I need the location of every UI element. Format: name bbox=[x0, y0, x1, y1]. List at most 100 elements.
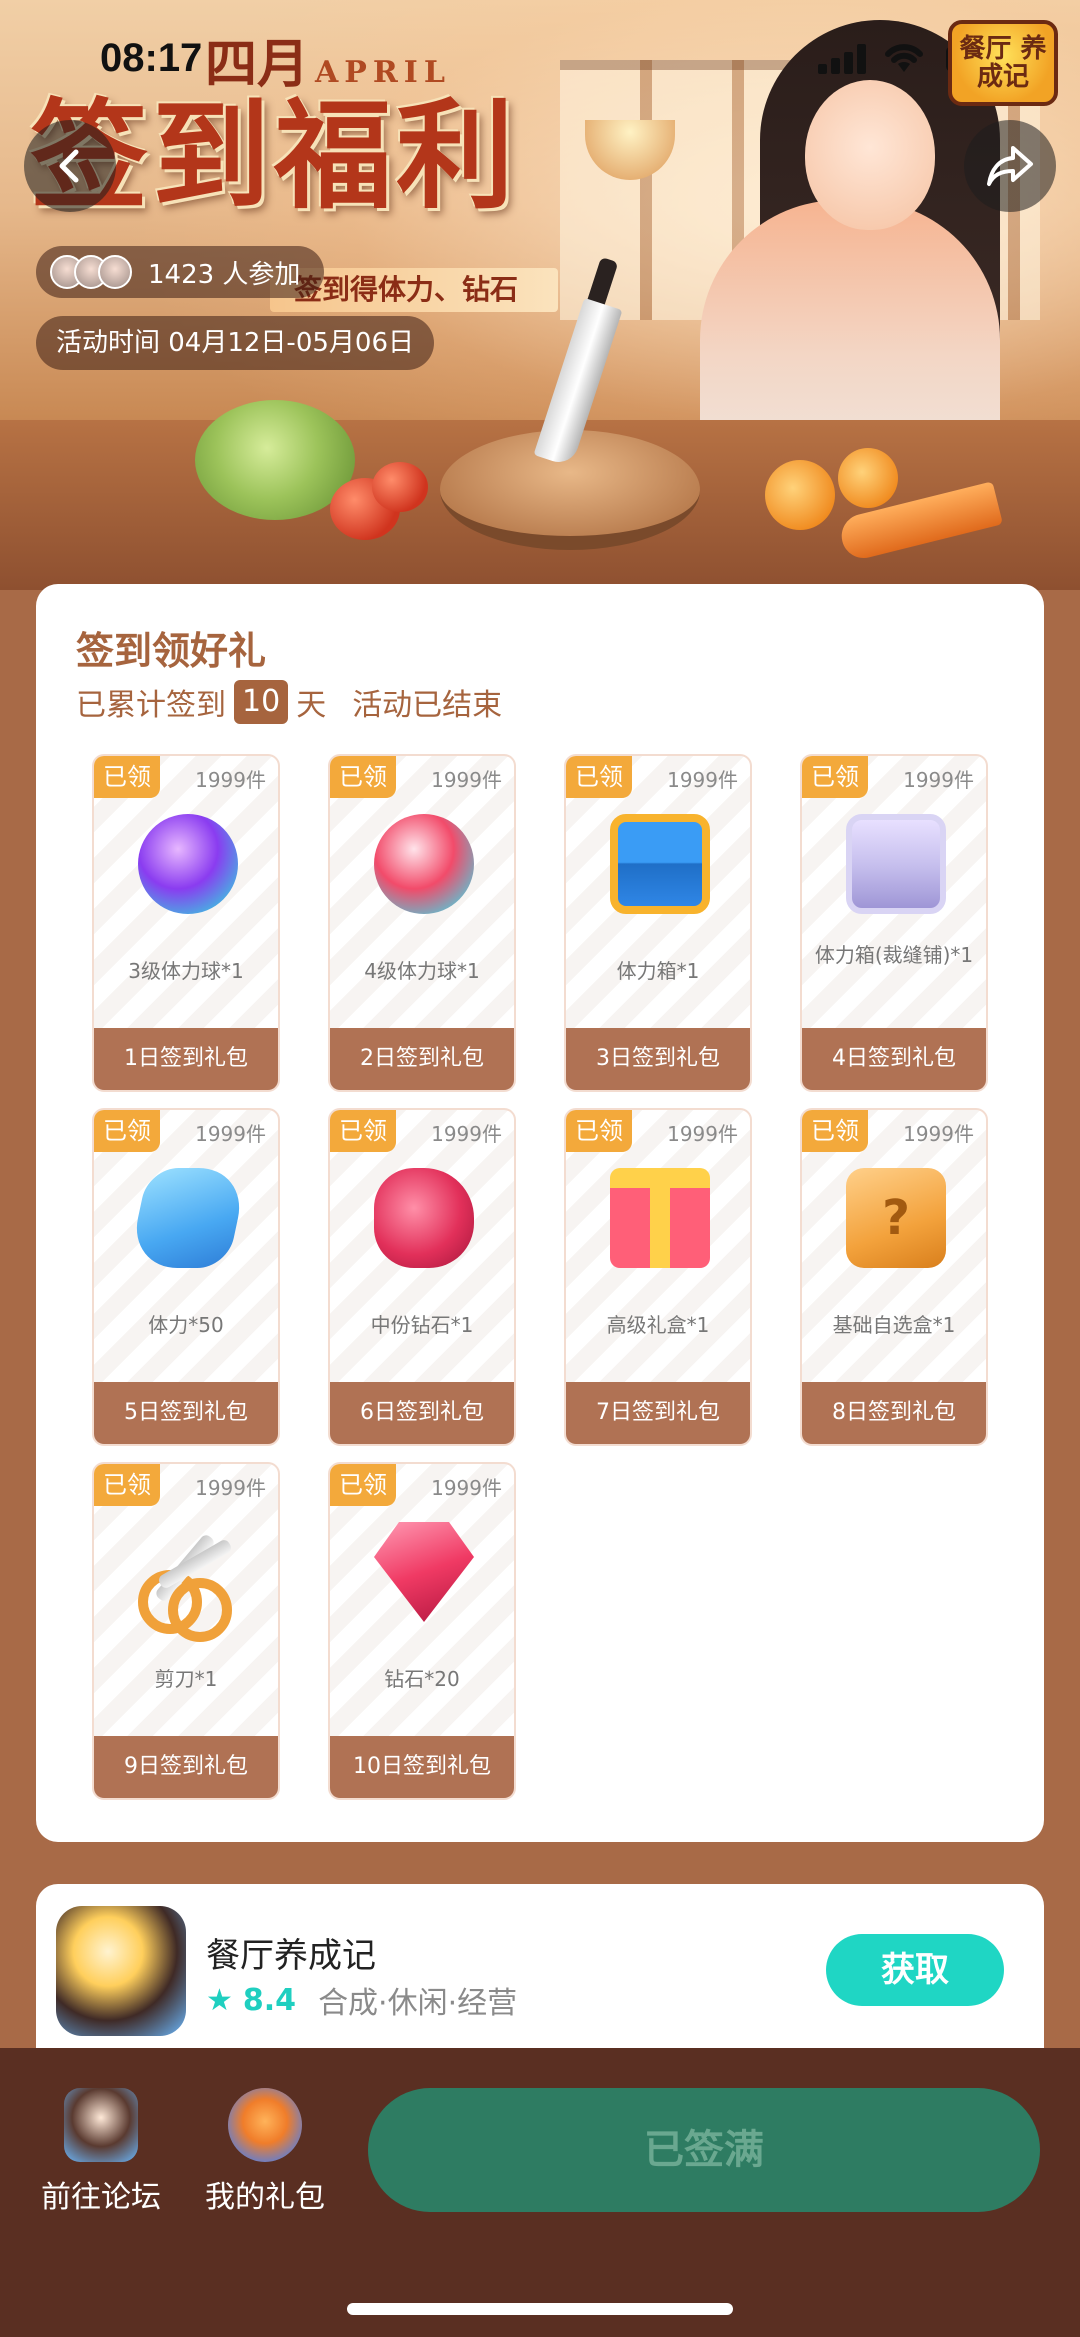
gift-name: 钻石*20 bbox=[384, 1667, 460, 1691]
share-button[interactable] bbox=[964, 120, 1056, 212]
home-indicator[interactable] bbox=[347, 2303, 733, 2315]
gift-name: 4级体力球*1 bbox=[364, 959, 480, 983]
participants-count: 1423 人参加 bbox=[148, 259, 301, 290]
chevron-left-icon bbox=[59, 149, 79, 183]
gift-card-day-8[interactable]: 已领 1999件 ? 基础自选盒*1 8日签到礼包 bbox=[800, 1108, 988, 1446]
gift-stock: 1999件 bbox=[431, 1476, 502, 1500]
forum-icon bbox=[64, 2088, 138, 2162]
gift-day-label: 7日签到礼包 bbox=[566, 1382, 750, 1444]
my-gifts-link[interactable]: 我的礼包 bbox=[180, 2088, 350, 2216]
forum-link[interactable]: 前往论坛 bbox=[16, 2088, 186, 2216]
signin-card: 签到领好礼 已累计签到 10 天 活动已结束 已领 1999件 3级体力球*1 … bbox=[36, 584, 1044, 1842]
app-meta: ★ 8.4 合成·休闲·经营 bbox=[206, 1978, 517, 2022]
claimed-tag: 已领 bbox=[330, 1110, 396, 1152]
claimed-tag: 已领 bbox=[94, 756, 160, 798]
gift-stock: 1999件 bbox=[431, 1122, 502, 1146]
game-logo: 餐厅 养成记 bbox=[948, 20, 1058, 106]
gift-stock: 1999件 bbox=[195, 768, 266, 792]
gift-bag-icon bbox=[228, 2088, 302, 2162]
gift-box-icon bbox=[610, 1168, 710, 1268]
gift-card-day-7[interactable]: 已领 1999件 高级礼盒*1 7日签到礼包 bbox=[564, 1108, 752, 1446]
claimed-tag: 已领 bbox=[802, 1110, 868, 1152]
card-title: 签到领好礼 bbox=[76, 629, 267, 673]
star-icon: ★ bbox=[206, 1982, 233, 2018]
gift-day-label: 5日签到礼包 bbox=[94, 1382, 278, 1444]
bottom-bar: 前往论坛 我的礼包 已签满 bbox=[0, 2048, 1080, 2337]
stamina-bolt-icon bbox=[127, 1168, 249, 1268]
gift-stock: 1999件 bbox=[903, 1122, 974, 1146]
gift-day-label: 10日签到礼包 bbox=[330, 1736, 514, 1798]
gift-card-day-2[interactable]: 已领 1999件 4级体力球*1 2日签到礼包 bbox=[328, 754, 516, 1092]
gift-name: 剪刀*1 bbox=[154, 1667, 218, 1691]
gift-name: 中份钻石*1 bbox=[370, 1313, 474, 1337]
banner-tomato bbox=[372, 462, 428, 512]
gift-day-label: 2日签到礼包 bbox=[330, 1028, 514, 1090]
gift-card-day-6[interactable]: 已领 1999件 中份钻石*1 6日签到礼包 bbox=[328, 1108, 516, 1446]
gift-stock: 1999件 bbox=[431, 768, 502, 792]
forum-label: 前往论坛 bbox=[41, 2180, 161, 2215]
claimed-tag: 已领 bbox=[566, 756, 632, 798]
gift-stock: 1999件 bbox=[195, 1122, 266, 1146]
gift-name: 体力箱(裁缝铺)*1 bbox=[814, 943, 974, 967]
claimed-tag: 已领 bbox=[94, 1464, 160, 1506]
gift-name: 体力*50 bbox=[148, 1313, 224, 1337]
gift-name: 基础自选盒*1 bbox=[832, 1313, 956, 1337]
app-card: 餐厅养成记 ★ 8.4 合成·休闲·经营 获取 bbox=[36, 1884, 1044, 2054]
gift-card-day-4[interactable]: 已领 1999件 体力箱(裁缝铺)*1 4日签到礼包 bbox=[800, 754, 988, 1092]
app-icon bbox=[56, 1906, 186, 2036]
stamina-orb-lv4-icon bbox=[374, 814, 474, 914]
signed-full-button[interactable]: 已签满 bbox=[368, 2088, 1040, 2212]
avatar bbox=[98, 255, 132, 289]
activity-time: 活动时间 04月12日-05月06日 bbox=[36, 316, 434, 370]
scissors-icon bbox=[138, 1522, 238, 1642]
stamina-chest-icon bbox=[610, 814, 710, 914]
gift-day-label: 6日签到礼包 bbox=[330, 1382, 514, 1444]
gift-day-label: 8日签到礼包 bbox=[802, 1382, 986, 1444]
participants-badge: 1423 人参加 bbox=[36, 246, 325, 298]
app-name: 餐厅养成记 bbox=[206, 1936, 376, 1976]
wifi-icon bbox=[885, 44, 923, 72]
gift-card-day-10[interactable]: 已领 1999件 钻石*20 10日签到礼包 bbox=[328, 1462, 516, 1800]
app-rating: 8.4 bbox=[242, 1982, 297, 2018]
app-tags: 合成·休闲·经营 bbox=[318, 1986, 518, 2021]
gift-card-day-3[interactable]: 已领 1999件 体力箱*1 3日签到礼包 bbox=[564, 754, 752, 1092]
gift-day-label: 9日签到礼包 bbox=[94, 1736, 278, 1798]
gift-card-day-9[interactable]: 已领 1999件 剪刀*1 9日签到礼包 bbox=[92, 1462, 280, 1800]
signin-suffix: 天 bbox=[296, 688, 327, 723]
claimed-tag: 已领 bbox=[94, 1110, 160, 1152]
claimed-tag: 已领 bbox=[802, 756, 868, 798]
gems-icon bbox=[374, 1168, 474, 1268]
back-button[interactable] bbox=[24, 120, 116, 212]
gift-day-label: 1日签到礼包 bbox=[94, 1028, 278, 1090]
claimed-tag: 已领 bbox=[566, 1110, 632, 1152]
gift-card-day-1[interactable]: 已领 1999件 3级体力球*1 1日签到礼包 bbox=[92, 754, 280, 1092]
status-time: 08:17 bbox=[100, 36, 203, 80]
signal-icon bbox=[818, 44, 868, 74]
stamina-orb-lv3-icon bbox=[138, 814, 238, 914]
mystery-box-icon: ? bbox=[846, 1168, 946, 1268]
signin-summary: 已累计签到 10 天 活动已结束 bbox=[76, 680, 502, 724]
banner-orange bbox=[838, 448, 898, 508]
signin-days-count: 10 bbox=[234, 680, 289, 724]
claimed-tag: 已领 bbox=[330, 1464, 396, 1506]
banner-orange bbox=[765, 460, 835, 530]
get-app-button[interactable]: 获取 bbox=[826, 1934, 1004, 2006]
activity-status: 活动已结束 bbox=[352, 688, 503, 723]
diamond-icon bbox=[374, 1522, 474, 1622]
gift-stock: 1999件 bbox=[903, 768, 974, 792]
gift-day-label: 3日签到礼包 bbox=[566, 1028, 750, 1090]
gift-name: 3级体力球*1 bbox=[128, 959, 244, 983]
gift-stock: 1999件 bbox=[195, 1476, 266, 1500]
gift-card-day-5[interactable]: 已领 1999件 体力*50 5日签到礼包 bbox=[92, 1108, 280, 1446]
share-icon bbox=[987, 146, 1033, 186]
status-bar: 08:17 餐厅 养成记 bbox=[0, 0, 1080, 110]
gift-name: 高级礼盒*1 bbox=[606, 1313, 710, 1337]
participant-avatars bbox=[50, 255, 132, 289]
signin-prefix: 已累计签到 bbox=[76, 688, 226, 723]
gift-day-label: 4日签到礼包 bbox=[802, 1028, 986, 1090]
my-gifts-label: 我的礼包 bbox=[205, 2180, 325, 2215]
gift-stock: 1999件 bbox=[667, 1122, 738, 1146]
gift-stock: 1999件 bbox=[667, 768, 738, 792]
tailor-chest-icon bbox=[846, 814, 946, 914]
claimed-tag: 已领 bbox=[330, 756, 396, 798]
